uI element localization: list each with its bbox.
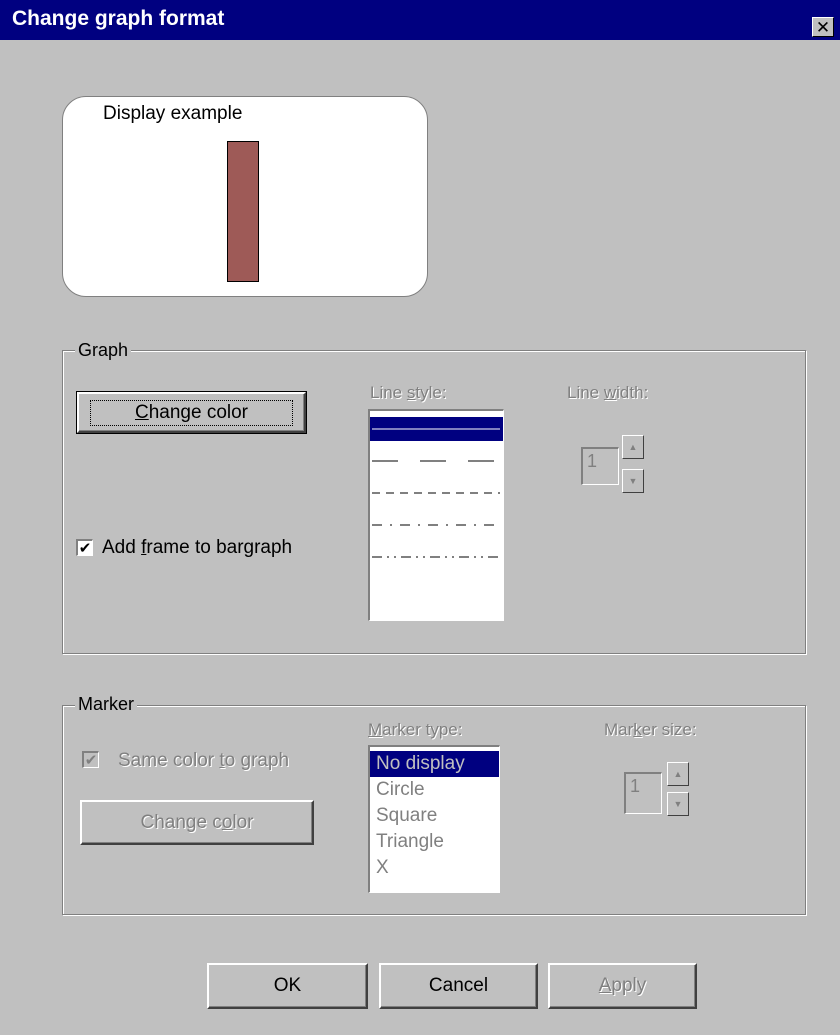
close-button[interactable]: ✕ (812, 17, 834, 37)
marker-type-listbox[interactable]: No display Circle Square Triangle X (368, 745, 500, 893)
spin-up-icon: ▲ (673, 769, 683, 779)
marker-size-label: Marker size: (604, 720, 697, 739)
line-width-label: Line width: (567, 383, 649, 402)
close-icon: ✕ (815, 17, 831, 37)
marker-type-item[interactable]: Square (370, 803, 499, 829)
spin-down-icon: ▼ (673, 799, 683, 809)
marker-size-field[interactable]: 1 (624, 772, 662, 814)
check-icon: ✔ (84, 751, 98, 769)
marker-type-label: Marker type: (368, 720, 463, 739)
window-title: Change graph format (12, 7, 225, 30)
line-width-down-button[interactable]: ▼ (622, 469, 644, 493)
same-color-label: Same color to graph (118, 750, 290, 771)
add-frame-checkbox[interactable]: ✔ (76, 539, 93, 556)
line-style-sample (372, 492, 500, 494)
display-example-label: Display example (103, 103, 243, 124)
line-width-up-button[interactable]: ▲ (622, 435, 644, 459)
marker-type-items: No display Circle Square Triangle X (370, 751, 499, 881)
marker-type-item[interactable]: Circle (370, 777, 499, 803)
marker-size-down-button[interactable]: ▼ (667, 792, 689, 816)
line-style-sample (372, 556, 500, 558)
line-style-sample (372, 524, 500, 526)
line-style-item-dash[interactable] (370, 481, 503, 505)
line-style-item-long-dash[interactable] (370, 449, 503, 473)
apply-button[interactable]: Apply (548, 963, 697, 1009)
marker-type-item[interactable]: Triangle (370, 829, 499, 855)
line-style-listbox[interactable] (368, 409, 504, 621)
line-style-item-dash-dot[interactable] (370, 513, 503, 537)
line-style-item-solid[interactable] (370, 417, 503, 441)
line-width-field[interactable]: 1 (581, 447, 619, 485)
line-style-item-dash-dot-dot[interactable] (370, 545, 503, 569)
graph-change-color-button[interactable]: Change color (76, 391, 307, 434)
marker-type-item[interactable]: No display (370, 751, 499, 777)
marker-size-up-button[interactable]: ▲ (667, 762, 689, 786)
line-style-sample (372, 428, 500, 430)
graph-legend: Graph (75, 340, 132, 361)
cancel-button[interactable]: Cancel (379, 963, 538, 1009)
spin-down-icon: ▼ (628, 476, 638, 486)
marker-legend: Marker (75, 694, 138, 715)
ok-button[interactable]: OK (207, 963, 368, 1009)
preview-bar (227, 141, 259, 282)
check-icon: ✔ (78, 539, 92, 557)
marker-change-color-button[interactable]: Change color (80, 800, 314, 845)
spin-up-icon: ▲ (628, 442, 638, 452)
marker-type-item[interactable]: X (370, 855, 499, 881)
line-style-label: Line style: (370, 383, 447, 402)
add-frame-label: Add frame to bargraph (102, 537, 293, 558)
line-style-sample (372, 460, 500, 462)
graph-change-color-label: hange color (148, 401, 249, 423)
same-color-checkbox[interactable]: ✔ (82, 751, 99, 768)
